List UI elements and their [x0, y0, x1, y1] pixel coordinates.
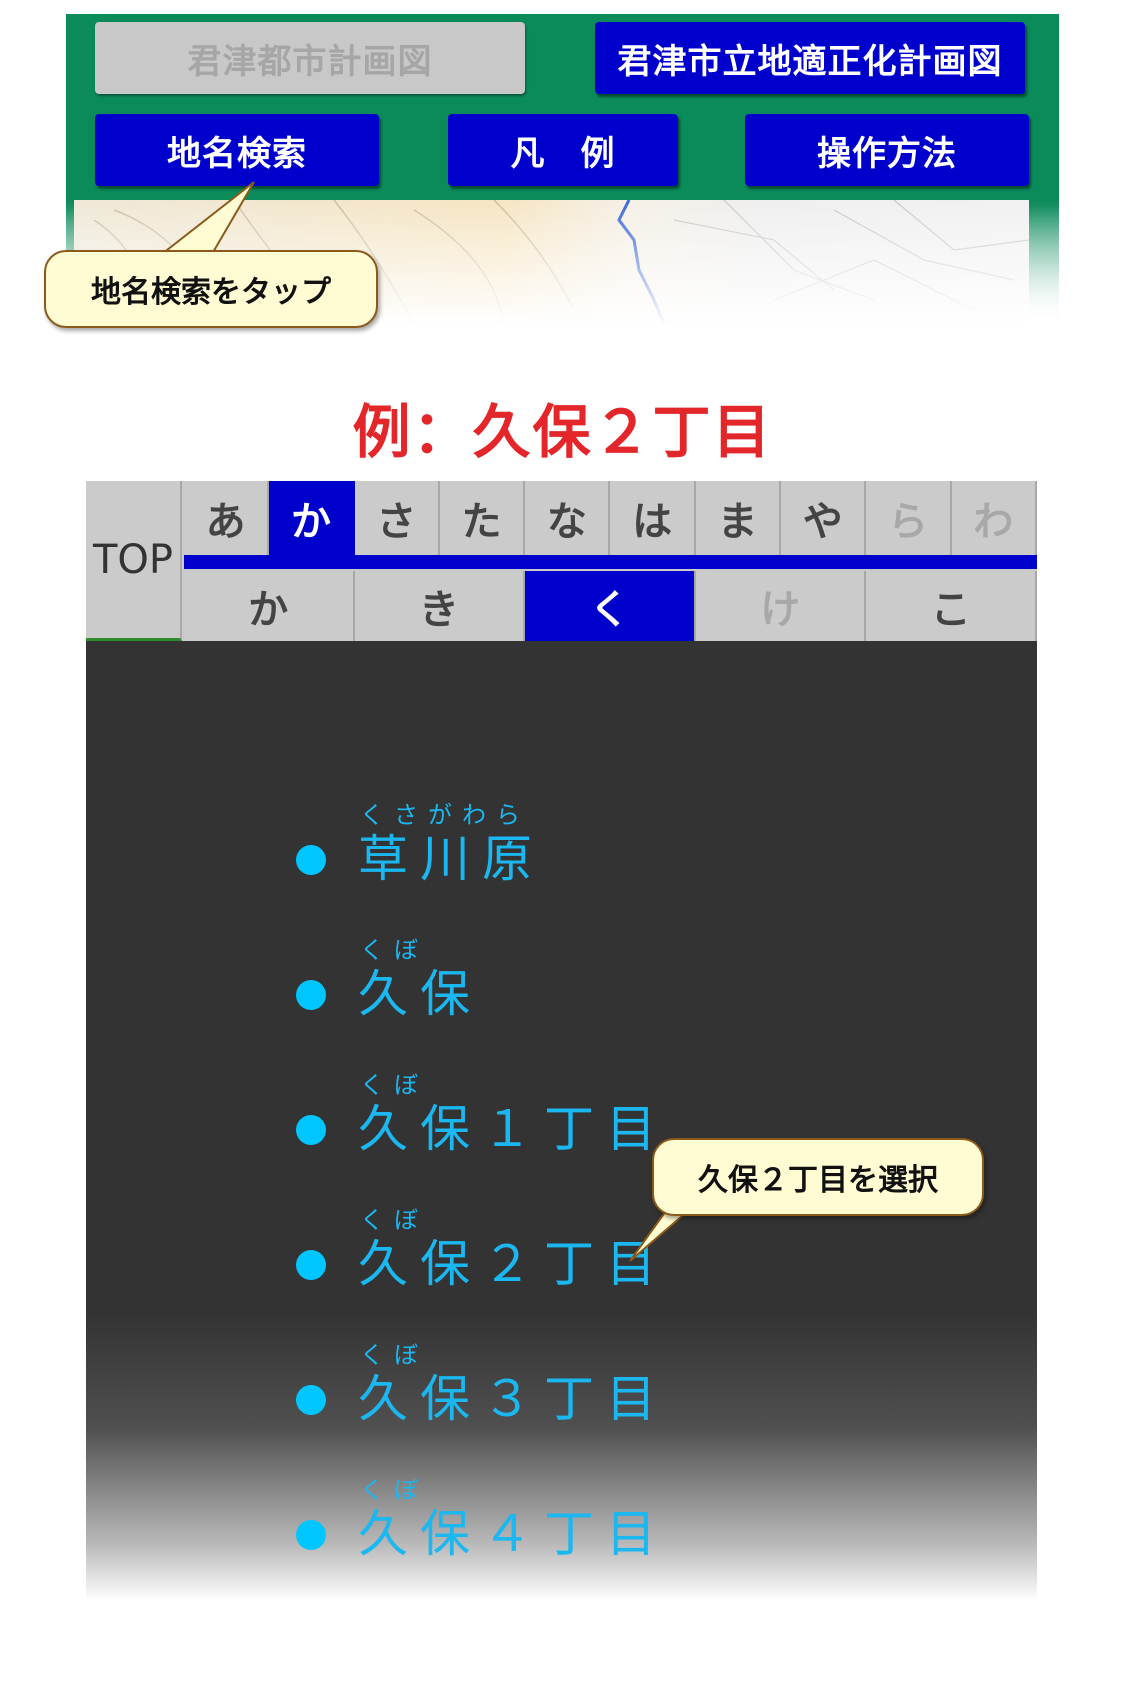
kana-column-tab[interactable]: こ: [866, 571, 1037, 641]
kana-row-tab[interactable]: あ: [184, 481, 270, 555]
kana-column-tab[interactable]: け: [695, 571, 867, 641]
kana-column-tab[interactable]: か: [184, 571, 355, 641]
place-name: 久保４丁目: [358, 1505, 668, 1563]
select-item-callout: 久保２丁目を選択: [652, 1138, 984, 1216]
kana-row-tab[interactable]: や: [781, 481, 867, 555]
place-name: 久保: [358, 965, 482, 1023]
legend-button[interactable]: 凡 例: [448, 114, 678, 186]
kana-row-tab[interactable]: ら: [866, 481, 952, 555]
place-name: 久保２丁目: [358, 1235, 668, 1293]
kana-row-tab[interactable]: さ: [354, 481, 440, 555]
place-name: 久保１丁目: [358, 1100, 668, 1158]
kana-column-tab[interactable]: く: [525, 571, 696, 641]
kana-row-tab[interactable]: ま: [695, 481, 782, 555]
bullet-icon: [296, 1250, 326, 1280]
place-list: くさがわら 草川原 くぼ 久保 くぼ 久保１丁目 くぼ 久保２丁目 くぼ 久保３丁目 くぼ 久保４丁目: [86, 641, 1037, 1601]
kana-row-indicator: [184, 555, 1037, 569]
location-plan-button[interactable]: 君津市立地適正化計画図: [595, 22, 1025, 94]
place-name: 久保３丁目: [358, 1370, 668, 1428]
callout-pointer: [159, 181, 255, 255]
city-plan-button[interactable]: 君津都市計画図: [95, 22, 525, 94]
kana-row-tab[interactable]: か: [269, 481, 355, 555]
kana-index: TOP あかさたなはまやらわ かきくけこ: [86, 481, 1037, 641]
kana-column-tab[interactable]: き: [354, 571, 526, 641]
bullet-icon: [296, 1115, 326, 1145]
bullet-icon: [296, 980, 326, 1010]
kana-row-tab[interactable]: わ: [951, 481, 1037, 555]
bullet-icon: [296, 1385, 326, 1415]
kana-row-tab[interactable]: な: [525, 481, 611, 555]
kana-row-tab[interactable]: た: [439, 481, 526, 555]
top-tab[interactable]: TOP: [86, 481, 182, 641]
bullet-icon: [296, 845, 326, 875]
bullet-icon: [296, 1520, 326, 1550]
place-search-button[interactable]: 地名検索: [95, 114, 379, 186]
kana-row-tab[interactable]: は: [610, 481, 696, 555]
tap-search-callout: 地名検索をタップ: [44, 250, 378, 328]
place-name: 草川原: [358, 830, 544, 888]
howto-button[interactable]: 操作方法: [745, 114, 1029, 186]
example-title: 例：久保２丁目: [352, 398, 773, 466]
